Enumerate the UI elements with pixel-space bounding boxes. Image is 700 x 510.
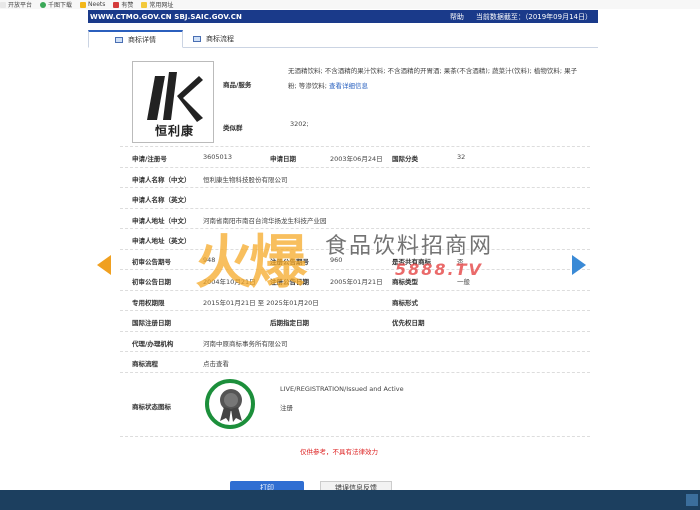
status-row: 商标状态图标 LIVE/REGISTRATION/Issued and Acti… — [120, 373, 590, 437]
process-view-link[interactable]: 点击查看 — [203, 358, 229, 368]
table-row: 申请人名称（中文） 恒利康生物科技股份有限公司 — [120, 168, 590, 188]
table-row: 专用权期限 2015年01月21日 至 2025年01月20日 商标形式 — [120, 291, 590, 311]
taskbar-corner-icon[interactable] — [686, 494, 698, 506]
bookmark-item[interactable]: 有赞 — [113, 0, 133, 9]
bookmark-item[interactable]: 千图下载 — [40, 0, 72, 9]
taskbar — [0, 490, 700, 510]
table-row: 初审公告期号 948 注册公告期号 960 是否共有商标 否 — [120, 250, 590, 270]
folder-icon — [141, 1, 148, 8]
goods-value: 无酒精饮料; 不含酒精的果汁饮料; 不含酒精的开胃酒; 果茶(不含酒精); 蔬菜… — [288, 67, 578, 90]
status-chinese: 注册 — [280, 403, 293, 412]
bookmark-item[interactable]: 常用网址 — [141, 0, 173, 9]
table-row: 申请人地址（英文） — [120, 229, 590, 250]
bookmark-item[interactable]: Neets — [80, 1, 105, 8]
bookmark-icon — [0, 1, 6, 8]
help-link[interactable]: 帮助 — [450, 12, 464, 22]
trademark-detail: 恒利康 商品/服务 无酒精饮料; 不含酒精的果汁饮料; 不含酒精的开胃酒; 果茶… — [120, 52, 590, 437]
table-row: 申请/注册号 3605013 申请日期 2003年06月24日 国际分类 32 — [120, 147, 590, 168]
registered-badge-icon — [205, 378, 255, 429]
trademark-logo: 恒利康 — [132, 61, 214, 143]
tab-trademark-process[interactable]: 商标流程 — [183, 30, 244, 48]
tab-bar: 商标详情 商标流程 — [88, 30, 598, 48]
table-row: 代理/办理机构 河南中原商标事务所有限公司 — [120, 332, 590, 352]
goods-label: 商品/服务 — [223, 81, 252, 89]
bookmark-icon — [40, 1, 47, 8]
bookmark-item[interactable]: 开放平台 — [0, 0, 32, 9]
folder-icon — [80, 1, 87, 8]
previous-arrow-icon[interactable] — [97, 255, 111, 275]
table-row: 初审公告日期 2004年10月21日 注册公告日期 2005年01月21日 商标… — [120, 270, 590, 291]
table-row: 申请人地址（中文） 河南省南阳市南召台湾华扬龙生科技产业园 — [120, 209, 590, 229]
bookmark-icon — [113, 1, 120, 8]
table-row: 国际注册日期 后期指定日期 优先权日期 — [120, 311, 590, 332]
goods-detail-link[interactable]: 查看详细信息 — [329, 82, 368, 90]
site-url[interactable]: WWW.CTMO.GOV.CN SBJ.SAIC.GOV.CN — [90, 13, 450, 21]
table-row: 商标流程 点击查看 — [120, 352, 590, 373]
status-label: 商标状态图标 — [132, 402, 171, 411]
bookmarks-bar: 开放平台 千图下载 Neets 有赞 常用网址 — [0, 0, 700, 9]
list-icon — [193, 36, 201, 42]
tab-trademark-details[interactable]: 商标详情 — [88, 30, 183, 48]
disclaimer-notice: 仅供参考，不具有法律效力 — [300, 448, 378, 456]
data-date: 当前数据截至：（2019年09月14日） — [475, 12, 592, 21]
table-row: 申请人名称（英文） — [120, 188, 590, 209]
status-english: LIVE/REGISTRATION/Issued and Active — [280, 384, 404, 393]
next-arrow-icon[interactable] — [572, 255, 586, 275]
trademark-summary: 恒利康 商品/服务 无酒精饮料; 不含酒精的果汁饮料; 不含酒精的开胃酒; 果茶… — [120, 52, 590, 147]
similar-group-value: 3202; — [290, 120, 309, 128]
logo-text: 恒利康 — [155, 124, 195, 138]
page-header: WWW.CTMO.GOV.CN SBJ.SAIC.GOV.CN 帮助 当前数据截… — [88, 10, 598, 23]
document-icon — [115, 36, 123, 43]
similar-group-label: 类似群 — [223, 124, 243, 132]
